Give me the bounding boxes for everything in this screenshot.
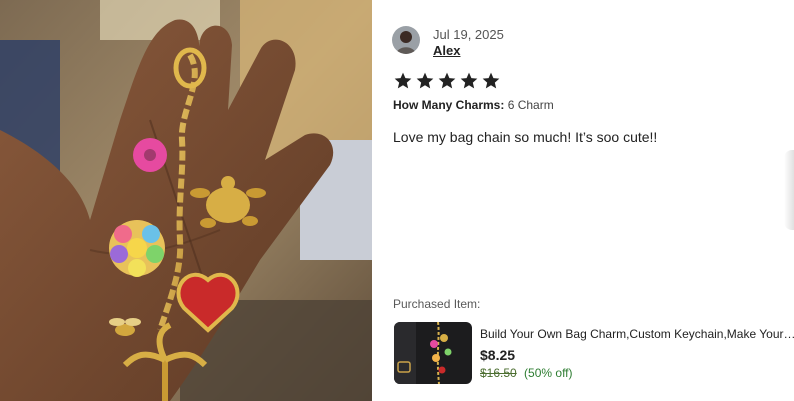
avatar-image (392, 26, 420, 54)
variation-info: How Many Charms: 6 Charm (393, 98, 554, 112)
purchased-item-thumbnail[interactable] (394, 322, 472, 384)
star-rating (393, 71, 501, 91)
original-price: $16.50 (480, 366, 517, 380)
purchased-item-label: Purchased Item: (393, 297, 481, 311)
variation-key: How Many Charms: (393, 98, 505, 112)
purchased-item-info: Build Your Own Bag Charm,Custom Keychain… (480, 322, 794, 384)
star-icon (437, 71, 457, 91)
star-icon (415, 71, 435, 91)
reviewer-name-link[interactable]: Alex (433, 43, 460, 58)
purchased-item-title[interactable]: Build Your Own Bag Charm,Custom Keychain… (480, 327, 794, 341)
review-text: Love my bag chain so much! It’s soo cute… (393, 129, 658, 145)
star-icon (459, 71, 479, 91)
purchased-item-price: $8.25 (480, 347, 516, 363)
review-date: Jul 19, 2025 (433, 27, 504, 42)
review-photo-image (0, 0, 372, 401)
star-icon (393, 71, 413, 91)
item-thumbnail-image (394, 322, 472, 384)
purchased-item-discount-row: $16.50 (50% off) (480, 366, 794, 380)
star-icon (481, 71, 501, 91)
next-arrow-edge[interactable] (784, 150, 794, 230)
review-panel: Jul 19, 2025 Alex How Many Charms: 6 Cha… (372, 0, 794, 401)
variation-value: 6 Charm (507, 98, 554, 112)
purchased-item-link[interactable]: Build Your Own Bag Charm,Custom Keychain… (394, 322, 794, 384)
discount-badge: (50% off) (524, 366, 573, 380)
review-photo[interactable] (0, 0, 372, 401)
reviewer-avatar[interactable] (392, 26, 420, 54)
